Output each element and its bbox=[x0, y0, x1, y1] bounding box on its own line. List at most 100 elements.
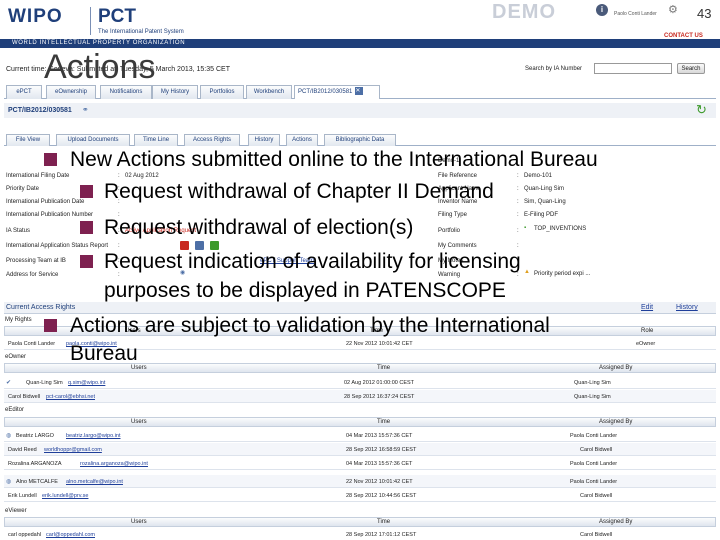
app-header: WIPO PCT The International Patent System… bbox=[0, 0, 720, 48]
field-label: Priority Date bbox=[6, 186, 40, 192]
field-label: International Filing Date bbox=[6, 173, 70, 179]
field-value: E-Filing PDF bbox=[524, 212, 559, 218]
row-time: 02 Aug 2012 01:00:00 CEST bbox=[344, 380, 415, 386]
search-label: Search by IA Number bbox=[525, 66, 583, 72]
tab-portfolios[interactable]: Portfolios bbox=[200, 85, 244, 99]
row-email[interactable]: erik.lundell@prv.se bbox=[42, 493, 88, 499]
col-time[interactable]: Time bbox=[377, 419, 390, 425]
tab-case-label: PCT/IB2012/030581 bbox=[298, 89, 353, 95]
col-assigned-by[interactable]: Assigned By bbox=[599, 365, 632, 371]
field-label: International Application Status Report bbox=[6, 243, 109, 249]
tab-case[interactable]: PCT/IB2012/030581 ✕ bbox=[294, 85, 380, 99]
row-user: Paola Conti Lander bbox=[8, 341, 56, 347]
row-assigned-by: Paola Conti Lander bbox=[570, 433, 618, 439]
row-time: 22 Nov 2012 10:01:42 CET bbox=[346, 479, 413, 485]
field-label: International Publication Date bbox=[6, 199, 85, 205]
row-email[interactable]: beatriz.largo@wipo.int bbox=[66, 433, 121, 439]
tab-my-history[interactable]: My History bbox=[152, 85, 198, 99]
field-value: Priority period expi ... bbox=[534, 271, 591, 277]
row-role: eOwner bbox=[636, 341, 656, 347]
tab-file-view[interactable]: File View bbox=[6, 134, 50, 146]
field-colon: : bbox=[517, 186, 519, 192]
row-time: 28 Sep 2012 10:44:56 CEST bbox=[346, 493, 417, 499]
col-assigned-by[interactable]: Assigned By bbox=[599, 519, 632, 525]
bullet-square bbox=[44, 153, 57, 166]
bullet-text: Actions are subject to validation by the… bbox=[70, 314, 550, 337]
table-row: ◍ Beatriz LARGO beatriz.largo@wipo.int 0… bbox=[4, 429, 716, 442]
edit-link[interactable]: Edit bbox=[641, 304, 653, 311]
row-time: 04 Mar 2013 15:57:36 CET bbox=[346, 433, 413, 439]
tab-eownership[interactable]: eOwnership bbox=[46, 85, 96, 99]
group-label: eOwner bbox=[5, 354, 27, 360]
row-email[interactable]: carl@oppedahl.com bbox=[46, 532, 95, 538]
contact-us-link[interactable]: CONTACT US bbox=[664, 33, 703, 39]
history-link[interactable]: History bbox=[676, 304, 698, 311]
table-row: ◍ Alno METCALFE alno.metcalfe@wipo.int 2… bbox=[4, 475, 716, 488]
field-label: Address for Service bbox=[6, 272, 59, 278]
page-number: 43 bbox=[697, 6, 712, 21]
field-value: Quan-Ling Sim bbox=[524, 186, 565, 192]
field-label: International Publication Number bbox=[6, 212, 94, 218]
row-time: 22 Nov 2012 10:01:42 CET bbox=[346, 341, 413, 347]
col-role[interactable]: Role bbox=[641, 328, 653, 334]
gear-icon[interactable]: ⚙ bbox=[668, 3, 678, 16]
row-assigned-by: Carol Bidwell bbox=[580, 493, 613, 499]
user-info: Paolo Conti Lander bbox=[614, 11, 657, 17]
wipo-logo[interactable]: WIPO bbox=[8, 6, 63, 28]
row-user: Quan-Ling Sim bbox=[26, 380, 63, 386]
row-email[interactable]: pct-carol@ebhsi.net bbox=[46, 394, 95, 400]
col-users[interactable]: Users bbox=[131, 419, 147, 425]
close-icon[interactable]: ✕ bbox=[355, 87, 364, 96]
link-icon[interactable]: ⚭ bbox=[82, 105, 89, 114]
row-assigned-by: Paola Conti Lander bbox=[570, 479, 618, 485]
pct-logo[interactable]: PCT bbox=[98, 6, 136, 28]
tab-workbench[interactable]: Workbench bbox=[246, 85, 292, 99]
org-name: WORLD INTELLECTUAL PROPERTY ORGANIZATION bbox=[12, 40, 186, 46]
logo-divider bbox=[90, 7, 91, 35]
user-icon: ◍ bbox=[6, 433, 12, 439]
row-email[interactable]: worldhoppr@gmail.com bbox=[44, 447, 102, 453]
bullet-text: Request indication of availability for l… bbox=[104, 250, 521, 273]
tab-notifications[interactable]: Notifications bbox=[100, 85, 152, 99]
table-row: Erik Lundell erik.lundell@prv.se 28 Sep … bbox=[4, 489, 716, 502]
row-time: 28 Sep 2012 16:37:24 CEST bbox=[344, 394, 415, 400]
field-colon: : bbox=[517, 199, 519, 205]
info-icon[interactable]: i bbox=[596, 4, 608, 16]
col-users[interactable]: Users bbox=[131, 519, 147, 525]
user-icon: ◍ bbox=[6, 479, 12, 485]
table-row: ✔ Quan-Ling Sim q.sim@wipo.int 02 Aug 20… bbox=[4, 376, 716, 389]
pct-subtitle: The International Patent System bbox=[98, 29, 184, 35]
row-email[interactable]: rozalina.arganoza@wipo.int bbox=[80, 461, 148, 467]
group-label: eEditor bbox=[5, 407, 25, 413]
refresh-icon[interactable]: ↻ bbox=[696, 102, 707, 118]
field-colon: : bbox=[517, 212, 519, 218]
row-user: Carol Bidwell bbox=[8, 394, 41, 400]
search-input[interactable] bbox=[594, 63, 672, 74]
section-title: Current Access Rights bbox=[6, 304, 76, 311]
case-header: PCT/IB2012/030581 ⚭ ↻ bbox=[4, 102, 716, 118]
row-assigned-by: Quan-Ling Sim bbox=[574, 394, 611, 400]
row-assigned-by: Quan-Ling Sim bbox=[574, 380, 611, 386]
row-user: Rozalina ARGANOZA bbox=[8, 461, 62, 467]
row-user: Beatriz LARGO bbox=[16, 433, 54, 439]
table-row: carl oppedahl carl@oppedahl.com 28 Sep 2… bbox=[4, 528, 716, 540]
row-email[interactable]: alno.metcalfe@wipo.int bbox=[66, 479, 123, 485]
bullet-square bbox=[80, 185, 93, 198]
row-assigned-by: Paola Conti Lander bbox=[570, 461, 618, 467]
case-title: PCT/IB2012/030581 bbox=[8, 107, 72, 114]
demo-badge: DEMO bbox=[492, 1, 556, 23]
folder-icon: ▪ bbox=[524, 225, 527, 231]
tab-epct[interactable]: ePCT bbox=[6, 85, 42, 99]
col-time[interactable]: Time bbox=[377, 519, 390, 525]
col-assigned-by[interactable]: Assigned By bbox=[599, 419, 632, 425]
bullet-square bbox=[80, 221, 93, 234]
check-icon: ✔ bbox=[6, 380, 12, 386]
col-time[interactable]: Time bbox=[377, 365, 390, 371]
row-time: 28 Sep 2012 17:01:12 CEST bbox=[346, 532, 417, 538]
row-email[interactable]: q.sim@wipo.int bbox=[68, 380, 105, 386]
row-user: David Reed bbox=[8, 447, 37, 453]
row-user: Alno METCALFE bbox=[16, 479, 58, 485]
field-colon: : bbox=[517, 228, 519, 234]
table-row: Rozalina ARGANOZA rozalina.arganoza@wipo… bbox=[4, 457, 716, 470]
search-button[interactable]: Search bbox=[677, 63, 705, 74]
